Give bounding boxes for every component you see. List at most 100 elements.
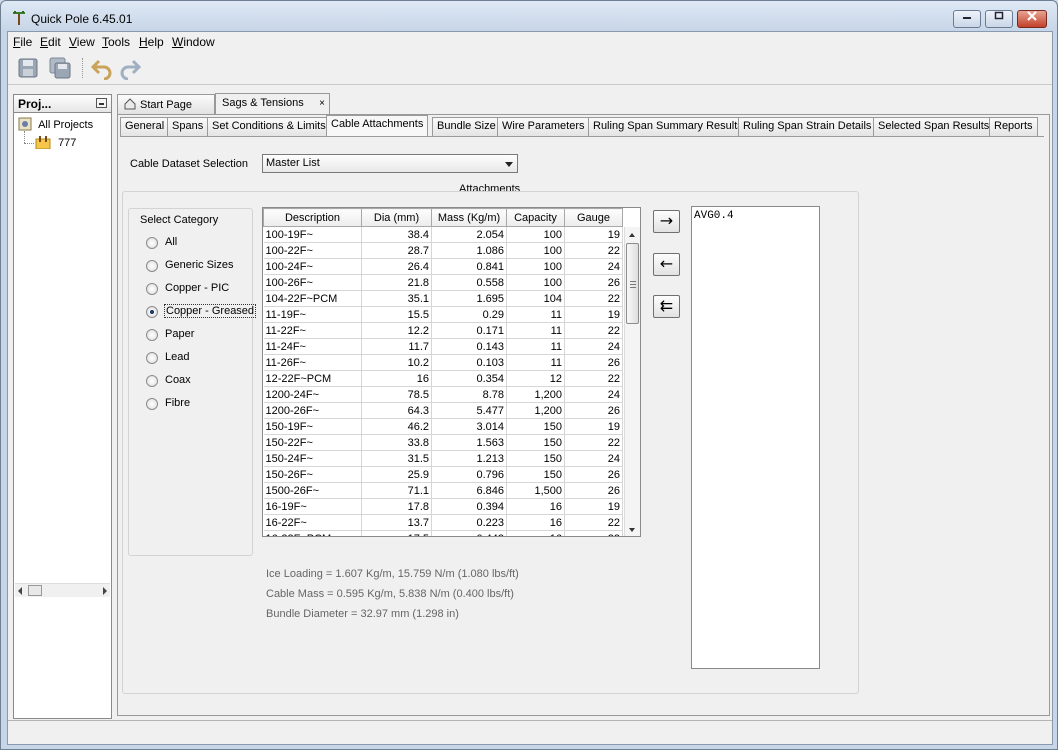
table-row[interactable]: 100-19F~ 38.4 2.054 100 19: [263, 226, 623, 243]
table-cell: 11: [506, 322, 565, 339]
table-row[interactable]: 1200-24F~ 78.5 8.78 1,200 24: [263, 386, 623, 403]
tab-spans[interactable]: Spans: [167, 117, 209, 136]
close-button[interactable]: [1017, 10, 1047, 28]
table-cell: 1,500: [506, 482, 565, 499]
column-header[interactable]: Description: [263, 208, 362, 227]
table-row[interactable]: 16-22F~ 13.7 0.223 16 22: [263, 514, 623, 531]
table-cell: 11: [506, 354, 565, 371]
table-cell: 8.78: [431, 386, 507, 403]
table-cell: 13.7: [361, 514, 432, 531]
radio-icon[interactable]: [146, 260, 158, 272]
minimize-button[interactable]: [953, 10, 981, 28]
selected-cables-list[interactable]: AVG0.4: [691, 206, 820, 669]
radio-icon[interactable]: [146, 329, 158, 341]
table-cell: 11-26F~: [263, 354, 362, 371]
scroll-thumb[interactable]: [626, 243, 639, 324]
table-cell: 15.5: [361, 306, 432, 323]
column-header[interactable]: Gauge: [564, 208, 623, 227]
tab-sags-tensions[interactable]: Sags & Tensions ×: [215, 93, 330, 114]
table-row[interactable]: 11-22F~ 12.2 0.171 11 22: [263, 322, 623, 339]
cable-table[interactable]: Description Dia (mm) Mass (Kg/m) Capacit…: [262, 207, 641, 537]
remove-all-button[interactable]: ⇇: [653, 295, 680, 318]
tab-ruling-span-summary-results[interactable]: Ruling Span Summary Results: [588, 117, 748, 136]
radio-checked-icon[interactable]: [146, 306, 158, 318]
table-row[interactable]: 12-22F~PCM 16 0.354 12 22: [263, 370, 623, 387]
table-row[interactable]: 104-22F~PCM 35.1 1.695 104 22: [263, 290, 623, 307]
radio-icon[interactable]: [146, 398, 158, 410]
scroll-thumb[interactable]: [28, 585, 42, 596]
table-cell: 0.103: [431, 354, 507, 371]
column-header[interactable]: Mass (Kg/m): [431, 208, 507, 227]
table-row[interactable]: 11-19F~ 15.5 0.29 11 19: [263, 306, 623, 323]
tab-bundle-size[interactable]: Bundle Size: [432, 117, 501, 136]
menu-help[interactable]: Help: [139, 35, 164, 49]
tree-item-label: 777: [58, 137, 77, 149]
arrow-left-icon: ←: [659, 254, 674, 273]
table-cell: 0.394: [431, 498, 507, 515]
radio-icon[interactable]: [146, 237, 158, 249]
scroll-right-icon[interactable]: [103, 587, 107, 595]
tab-cable-attachments[interactable]: Cable Attachments: [326, 115, 429, 136]
table-row[interactable]: 1500-26F~ 71.1 6.846 1,500 26: [263, 482, 623, 499]
column-header[interactable]: Capacity: [506, 208, 565, 227]
table-row[interactable]: 100-24F~ 26.4 0.841 100 24: [263, 258, 623, 275]
menu-tools[interactable]: Tools: [102, 35, 130, 49]
tree-horizontal-scrollbar[interactable]: [15, 583, 110, 597]
restore-button[interactable]: [985, 10, 1013, 28]
table-cell: 71.1: [361, 482, 432, 499]
table-row[interactable]: 150-19F~ 46.2 3.014 150 19: [263, 418, 623, 435]
tab-start-page[interactable]: Start Page: [117, 94, 215, 114]
radio-icon[interactable]: [146, 375, 158, 387]
table-vertical-scrollbar[interactable]: [624, 227, 640, 536]
table-row[interactable]: 100-26F~ 21.8 0.558 100 26: [263, 274, 623, 291]
tab-wire-parameters[interactable]: Wire Parameters: [497, 117, 590, 136]
tab-reports[interactable]: Reports: [989, 117, 1038, 136]
radio-icon[interactable]: [146, 352, 158, 364]
tab-set-conditions-limits[interactable]: Set Conditions & Limits: [207, 117, 331, 136]
add-button[interactable]: →: [653, 210, 680, 233]
table-row[interactable]: 100-22F~ 28.7 1.086 100 22: [263, 242, 623, 259]
panel-minimize-icon[interactable]: [96, 98, 107, 108]
table-row[interactable]: 150-24F~ 31.5 1.213 150 24: [263, 450, 623, 467]
dataset-select[interactable]: Master List: [262, 154, 518, 173]
save-all-icon[interactable]: [48, 56, 72, 80]
table-row[interactable]: 16-19F~ 17.8 0.394 16 19: [263, 498, 623, 515]
scroll-down-icon[interactable]: [629, 528, 635, 532]
restore-icon: [994, 11, 1004, 20]
table-cell: 17.5: [361, 530, 432, 536]
table-cell: 150: [506, 450, 565, 467]
menu-view[interactable]: View: [69, 35, 95, 49]
tree-item-all-projects[interactable]: All Projects: [18, 117, 93, 131]
column-header[interactable]: Dia (mm): [361, 208, 432, 227]
table-row[interactable]: 150-26F~ 25.9 0.796 150 26: [263, 466, 623, 483]
table-row[interactable]: 11-26F~ 10.2 0.103 11 26: [263, 354, 623, 371]
scroll-left-icon[interactable]: [18, 587, 22, 595]
table-row[interactable]: 1200-26F~ 64.3 5.477 1,200 26: [263, 402, 623, 419]
radio-icon[interactable]: [146, 283, 158, 295]
tab-general[interactable]: General: [120, 117, 170, 136]
tab-ruling-span-strain-details[interactable]: Ruling Span Strain Details: [738, 117, 877, 136]
save-icon[interactable]: [16, 56, 40, 80]
table-cell: 16: [506, 530, 565, 536]
list-item[interactable]: AVG0.4: [694, 210, 734, 222]
menu-edit[interactable]: Edit: [40, 35, 61, 49]
tree-item-777[interactable]: 777: [35, 135, 77, 150]
menu-file[interactable]: File: [13, 35, 32, 49]
table-cell: 100: [506, 226, 565, 243]
table-row[interactable]: 150-22F~ 33.8 1.563 150 22: [263, 434, 623, 451]
table-cell: 21.8: [361, 274, 432, 291]
tab-divider: [120, 136, 1044, 137]
table-row[interactable]: 11-24F~ 11.7 0.143 11 24: [263, 338, 623, 355]
table-cell: 26: [564, 402, 623, 419]
table-cell: 22: [564, 370, 623, 387]
undo-icon[interactable]: [90, 56, 114, 80]
redo-icon[interactable]: [118, 56, 142, 80]
chevron-down-icon: [505, 162, 513, 167]
close-tab-icon[interactable]: ×: [319, 98, 325, 109]
sags-tensions-panel: General Spans Set Conditions & Limits Ca…: [117, 114, 1050, 716]
scroll-up-icon[interactable]: [629, 233, 635, 237]
remove-button[interactable]: ←: [653, 253, 680, 276]
menu-window[interactable]: Window: [172, 35, 215, 49]
tab-selected-span-results[interactable]: Selected Span Results: [873, 117, 995, 136]
table-row[interactable]: 16-22F~PCM17.50.4421622: [263, 530, 623, 536]
